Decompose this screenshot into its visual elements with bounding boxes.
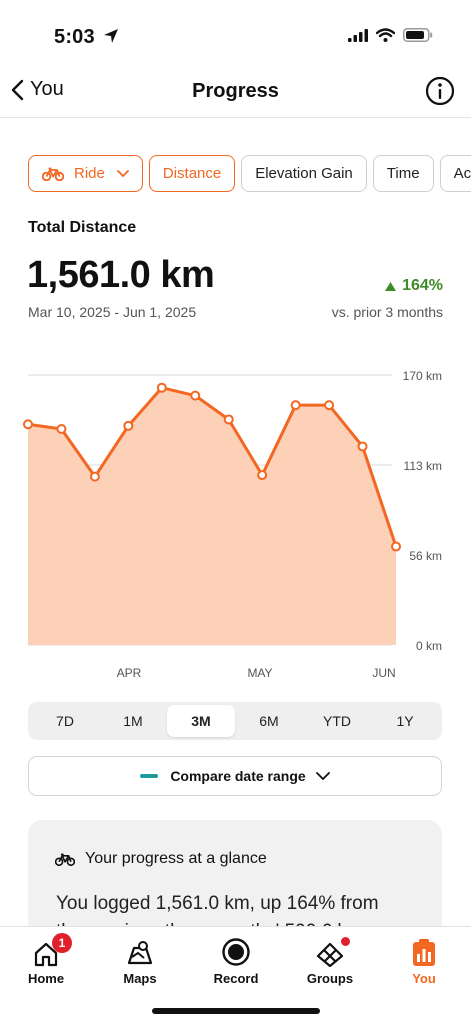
bike-icon xyxy=(55,853,75,866)
status-indicators xyxy=(348,28,433,42)
range-7d[interactable]: 7D xyxy=(31,705,99,737)
metric-filter-time[interactable]: Time xyxy=(372,155,434,192)
notification-dot xyxy=(341,937,350,946)
tab-home[interactable]: 1 Home xyxy=(6,933,86,986)
glance-header: Your progress at a glance xyxy=(55,850,267,868)
data-point xyxy=(23,419,33,430)
cellular-signal-icon xyxy=(348,28,368,42)
map-icon xyxy=(127,941,153,965)
data-point xyxy=(324,400,335,411)
data-point xyxy=(223,414,234,425)
tab-record[interactable]: Record xyxy=(196,933,276,986)
area-fill xyxy=(28,387,396,645)
range-1m[interactable]: 1M xyxy=(99,705,167,737)
tab-label: Home xyxy=(27,971,65,986)
status-time: 5:03 xyxy=(54,26,119,49)
info-icon[interactable] xyxy=(425,76,455,106)
data-point xyxy=(290,400,301,411)
clock-text: 5:03 xyxy=(54,26,95,48)
page-title: Progress xyxy=(192,80,279,102)
range-6m[interactable]: 6M xyxy=(235,705,303,737)
range-1y[interactable]: 1Y xyxy=(371,705,439,737)
data-point xyxy=(190,390,201,401)
data-point xyxy=(391,541,401,552)
metric-filter-elevation-gain[interactable]: Elevation Gain xyxy=(241,155,367,192)
sport-filter-label: Ride xyxy=(74,165,105,182)
status-bar: 5:03 xyxy=(0,0,471,70)
y-tick-label: 113 km xyxy=(404,459,442,473)
range-ytd[interactable]: YTD xyxy=(303,705,371,737)
tab-label: You xyxy=(412,971,436,986)
metric-filter-label: Distance xyxy=(162,165,222,182)
range-3m[interactable]: 3M xyxy=(167,705,235,737)
metric-filter-label: Acti xyxy=(453,165,471,182)
chevron-down-icon xyxy=(116,169,129,177)
navigation-bar: You Progress xyxy=(0,70,471,118)
glance-title: Your progress at a glance xyxy=(85,850,267,867)
sport-filter-ride[interactable]: Ride xyxy=(28,155,143,192)
x-tick-label: JUN xyxy=(372,666,395,680)
time-range-selector: 7D 1M 3M 6M YTD 1Y xyxy=(28,702,442,740)
x-tick-label: APR xyxy=(117,666,142,680)
metric-filter-label: Time xyxy=(386,165,420,182)
change-indicator: 164% xyxy=(385,277,443,295)
y-tick-label: 170 km xyxy=(403,369,442,383)
compare-date-range-button[interactable]: Compare date range xyxy=(28,756,442,796)
data-point xyxy=(89,471,100,482)
metric-value: 1,561.0 km xyxy=(27,254,215,296)
data-point xyxy=(123,420,134,431)
metric-filter-activities[interactable]: Acti xyxy=(439,155,471,192)
x-tick-label: MAY xyxy=(247,666,272,680)
chevron-down-icon xyxy=(315,771,330,780)
filter-chips: Ride Distance Elevation Gain Time Acti xyxy=(28,155,471,193)
change-value: 164% xyxy=(402,277,443,294)
wifi-icon xyxy=(376,28,395,42)
record-icon xyxy=(222,938,250,966)
data-point xyxy=(357,441,368,452)
data-point xyxy=(56,424,67,434)
battery-icon xyxy=(403,28,433,42)
groups-icon xyxy=(316,942,344,967)
y-tick-label: 56 km xyxy=(409,549,442,563)
home-indicator xyxy=(152,1008,320,1014)
date-range-text: Mar 10, 2025 - Jun 1, 2025 xyxy=(28,304,197,320)
tab-maps[interactable]: Maps xyxy=(100,933,180,986)
clipboard-chart-icon xyxy=(413,939,435,966)
tab-bar: 1 Home Maps Record Groups You xyxy=(0,926,471,1024)
comparison-text: vs. prior 3 months xyxy=(331,304,443,320)
compare-legend-swatch xyxy=(140,774,159,778)
tab-label: Groups xyxy=(306,971,354,986)
tab-label: Record xyxy=(213,971,259,986)
bike-icon xyxy=(42,167,64,181)
distance-chart[interactable]: 170 km 113 km 56 km 0 km APR MAY JUN xyxy=(0,355,471,685)
tab-groups[interactable]: Groups xyxy=(290,933,370,986)
notification-badge: 1 xyxy=(52,933,72,953)
location-arrow-icon xyxy=(103,29,118,43)
tab-you[interactable]: You xyxy=(384,933,464,986)
data-point xyxy=(257,470,268,481)
tab-label: Maps xyxy=(123,971,157,986)
metric-filter-distance[interactable]: Distance xyxy=(148,155,236,192)
compare-label: Compare date range xyxy=(170,768,306,784)
trend-up-icon xyxy=(385,281,397,291)
metric-filter-label: Elevation Gain xyxy=(255,165,353,182)
metric-label: Total Distance xyxy=(28,219,137,236)
y-tick-label: 0 km xyxy=(416,639,442,653)
data-point xyxy=(156,382,167,393)
